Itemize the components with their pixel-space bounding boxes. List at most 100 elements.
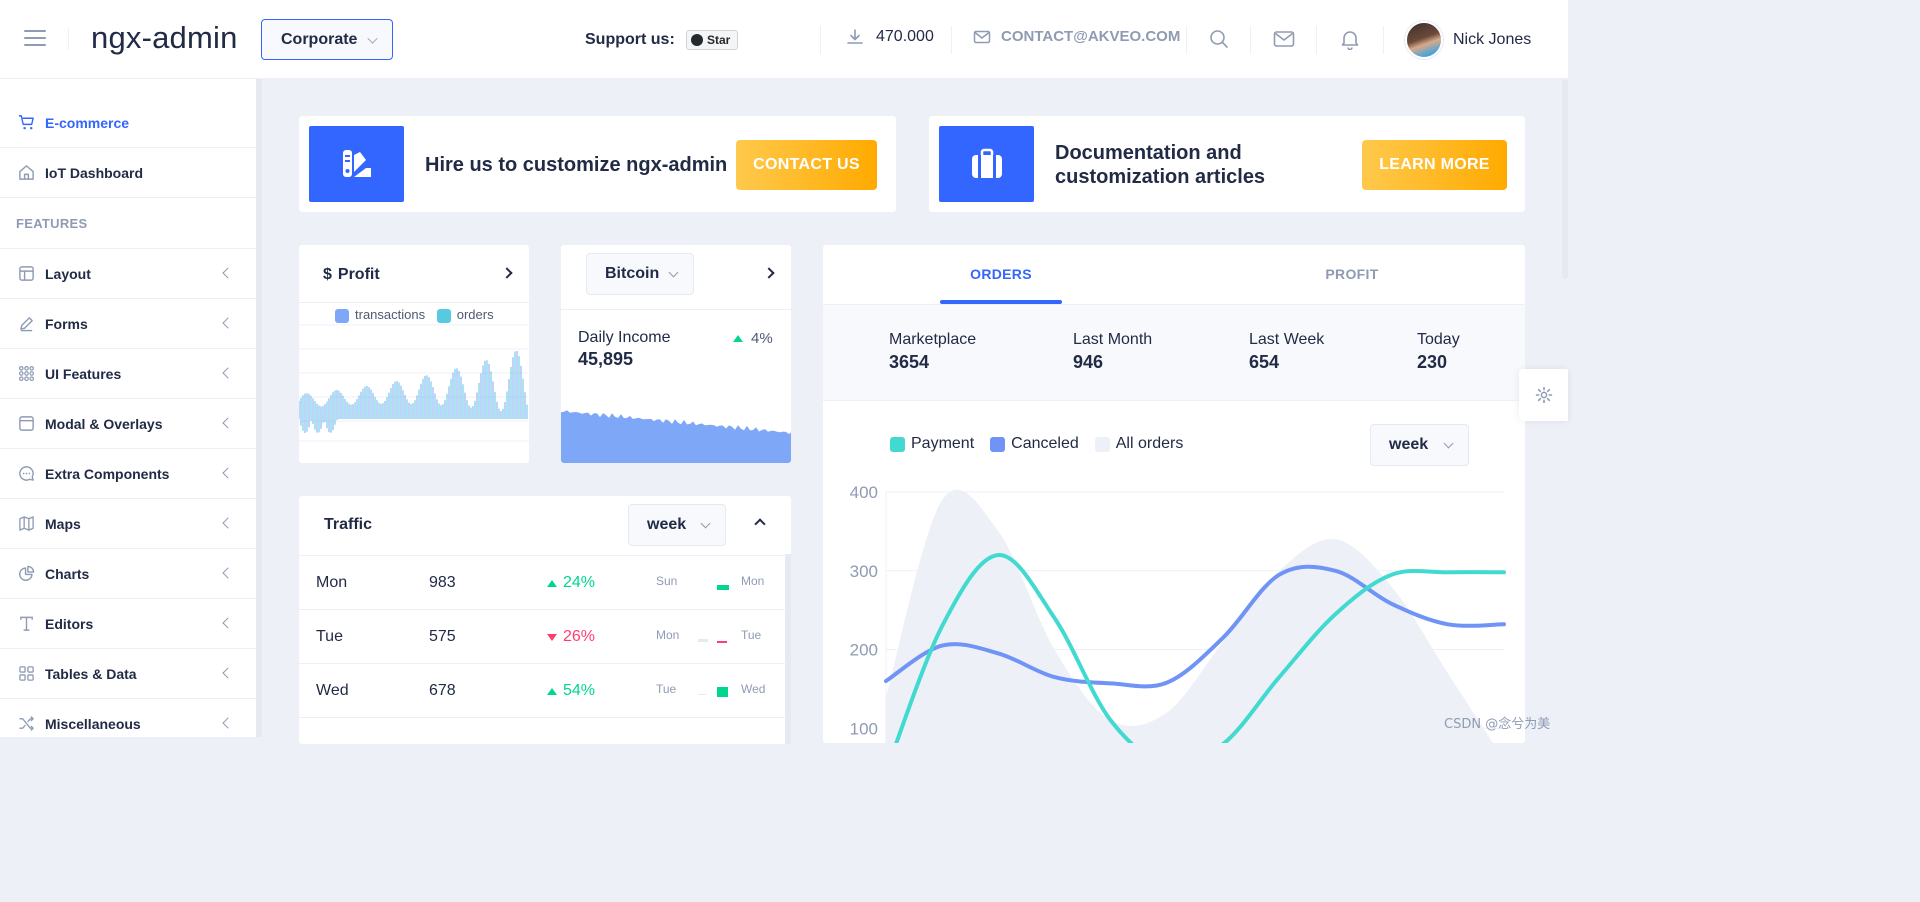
- browser-icon: [19, 416, 34, 431]
- currency-select[interactable]: Bitcoin: [586, 253, 694, 295]
- traffic-title: Traffic: [324, 516, 373, 533]
- header-divider: [1383, 26, 1384, 54]
- y-tick-label: 200: [850, 641, 878, 660]
- currency-select-value: Bitcoin: [605, 265, 660, 282]
- banner-title-line: customization articles: [1055, 166, 1266, 188]
- y-tick-label: 400: [850, 483, 878, 502]
- menu-toggle-icon[interactable]: [24, 30, 46, 48]
- documentation-banner: Documentation and customization articles…: [928, 115, 1526, 213]
- income-label: Daily Income: [578, 329, 671, 346]
- sidebar-item-iot-dashboard[interactable]: IoT Dashboard: [0, 148, 256, 198]
- grid-icon: [19, 666, 34, 681]
- income-change-value: 4%: [751, 330, 773, 347]
- profit-title-text: Profit: [337, 266, 380, 283]
- y-tick-label: 100: [850, 719, 878, 738]
- traffic-value: 575: [429, 628, 456, 645]
- shuffle-icon: [19, 716, 34, 731]
- app-logo[interactable]: ngx-admin: [91, 20, 238, 56]
- profit-legend: transactions orders: [335, 307, 494, 323]
- sidebar-item-charts[interactable]: Charts: [0, 549, 256, 599]
- layout-icon: [19, 266, 34, 281]
- edit-icon: [20, 317, 33, 332]
- downloads-counter[interactable]: 470.000: [846, 28, 934, 46]
- support-label: Support us:: [585, 31, 675, 48]
- chevron-left-icon: [222, 467, 234, 479]
- settings-button[interactable]: [1519, 369, 1568, 421]
- page-scrollbar[interactable]: [1562, 79, 1568, 279]
- legend-swatch-transactions: [335, 308, 349, 323]
- header-divider: [1316, 26, 1317, 54]
- traffic-day: Mon: [316, 574, 348, 591]
- sidebar-item-ui-features[interactable]: UI Features: [0, 349, 256, 399]
- sidebar-item-modal-overlays[interactable]: Modal & Overlays: [0, 399, 256, 449]
- prev-day-label: Mon: [656, 628, 680, 642]
- legend-swatch-canceled: [990, 436, 1006, 452]
- sidebar-scrollbar[interactable]: [256, 79, 262, 737]
- sidebar-item-label: Forms: [45, 315, 88, 332]
- learn-more-button[interactable]: LEARN MORE: [1362, 140, 1507, 190]
- color-palette-icon: [309, 126, 404, 202]
- sidebar-item-label: IoT Dashboard: [45, 164, 144, 181]
- tab-orders[interactable]: ORDERS: [940, 245, 1062, 303]
- arrow-down-icon: [547, 633, 557, 641]
- income-change: 4%: [733, 330, 773, 347]
- sidebar-item-maps[interactable]: Maps: [0, 499, 256, 549]
- mail-icon[interactable]: [1273, 28, 1295, 50]
- legend-label: transactions: [355, 307, 426, 322]
- traffic-period-select[interactable]: week: [628, 504, 726, 546]
- sidebar-item-label: Miscellaneous: [45, 715, 141, 732]
- chevron-left-icon: [222, 317, 234, 329]
- legend-label: orders: [456, 307, 494, 322]
- sidebar-item-e-commerce[interactable]: E-commerce: [0, 98, 256, 148]
- arrow-up-icon: [547, 687, 557, 695]
- sidebar-item-layout[interactable]: Layout: [0, 249, 256, 299]
- theme-select[interactable]: Corporate: [261, 19, 393, 60]
- user-menu[interactable]: Nick Jones: [1405, 21, 1531, 59]
- sidebar-item-editors[interactable]: Editors: [0, 599, 256, 649]
- contact-email-link[interactable]: CONTACT@AKVEO.COM: [973, 28, 1180, 45]
- theme-select-value: Corporate: [281, 30, 358, 48]
- legend-label: All orders: [1115, 435, 1184, 452]
- sidebar-item-extra-components[interactable]: Extra Components: [0, 449, 256, 499]
- sidebar-item-miscellaneous[interactable]: Miscellaneous: [0, 699, 256, 737]
- search-icon[interactable]: [1208, 28, 1230, 50]
- sidebar-item-label: Charts: [45, 565, 90, 582]
- pie-chart-icon: [19, 565, 35, 581]
- chevron-right-icon[interactable]: [763, 267, 775, 279]
- traffic-change: 24%: [547, 574, 595, 592]
- header-divider: [820, 26, 821, 54]
- sidebar-item-tables-data[interactable]: Tables & Data: [0, 649, 256, 699]
- user-name: Nick Jones: [1453, 31, 1532, 48]
- contact-us-button[interactable]: CONTACT US: [736, 140, 877, 190]
- sidebar-item-label: Editors: [45, 615, 94, 632]
- legend-swatch-payment: [890, 436, 905, 452]
- traffic-value: 983: [429, 574, 456, 591]
- orders-panel: ORDERS PROFIT Marketplace 3654 Last Mont…: [822, 244, 1526, 744]
- header: ngx-admin Corporate Support us: Star 470…: [0, 0, 1568, 79]
- sidebar: E-commerce IoT Dashboard FEATURES Layout…: [0, 79, 256, 737]
- chevron-down-icon: [700, 518, 711, 529]
- traffic-change: 54%: [547, 682, 595, 700]
- chevron-right-icon[interactable]: [501, 267, 513, 279]
- chevron-up-icon[interactable]: [754, 518, 766, 530]
- banner-title: Hire us to customize ngx-admin: [425, 154, 728, 176]
- traffic-mini-bar: [698, 694, 706, 695]
- github-icon: [691, 34, 703, 46]
- map-icon: [19, 516, 34, 531]
- tab-profit[interactable]: PROFIT: [1291, 245, 1413, 303]
- bell-icon[interactable]: [1339, 28, 1361, 50]
- income-area-chart: [561, 410, 791, 463]
- traffic-day: Wed: [316, 682, 349, 699]
- traffic-value: 678: [429, 682, 456, 699]
- sidebar-item-forms[interactable]: Forms: [0, 299, 256, 349]
- orders-stats-bar: Marketplace 3654 Last Month 946 Last Wee…: [823, 304, 1525, 401]
- chevron-left-icon: [222, 267, 234, 279]
- orders-period-select[interactable]: week: [1370, 424, 1469, 466]
- traffic-change: 26%: [547, 628, 595, 646]
- table-row: Tue 575 26% Mon Tue: [299, 609, 787, 663]
- bitcoin-card: Bitcoin Daily Income 45,895 4%: [560, 244, 792, 464]
- home-icon: [19, 165, 34, 180]
- orders-line-chart: 400 300 200 100: [850, 483, 1506, 743]
- github-star-button[interactable]: Star: [686, 30, 738, 50]
- traffic-card: Traffic week Mon 983 24% Sun Mon Tue 575…: [298, 495, 792, 745]
